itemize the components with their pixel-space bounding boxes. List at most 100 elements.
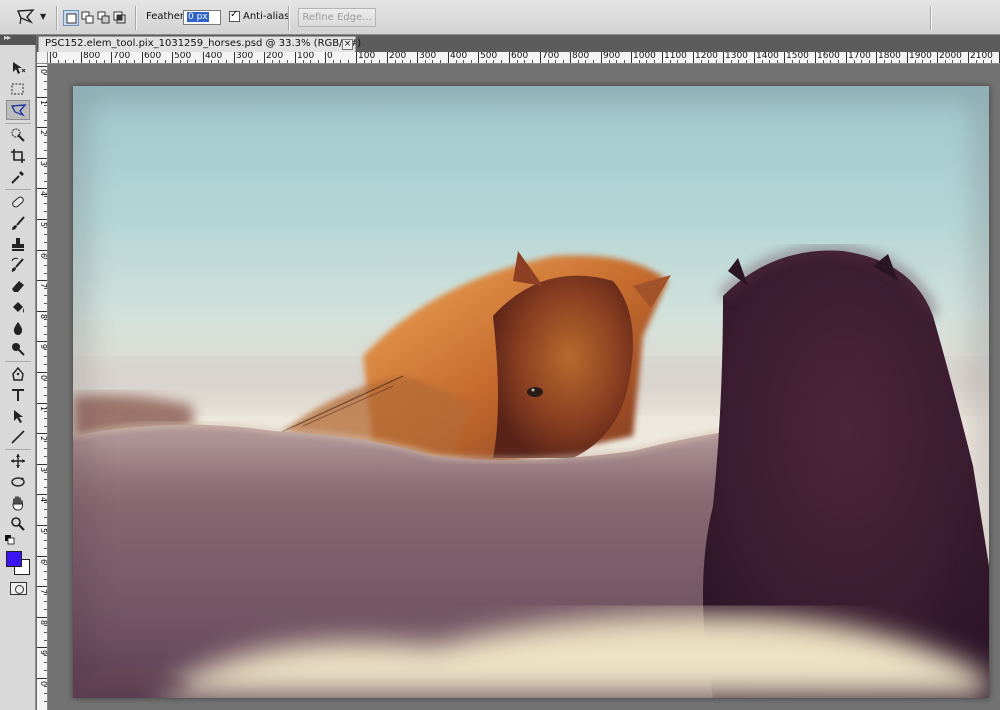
ruler-minor-tick (854, 60, 855, 63)
3d-rotate-tool[interactable] (6, 451, 30, 471)
crop-tool[interactable] (6, 146, 30, 166)
ruler-major-tick (37, 433, 47, 434)
ruler-major-tick (387, 52, 388, 63)
ruler-minor-tick (119, 60, 120, 63)
ruler-minor-tick (44, 479, 47, 480)
feather-value: 0 px (187, 12, 209, 22)
brush-tool[interactable] (6, 213, 30, 233)
ruler-major-tick (540, 52, 541, 63)
ruler-major-tick (693, 52, 694, 63)
type-tool[interactable] (6, 385, 30, 405)
ruler-minor-tick (44, 89, 47, 90)
pen-tool[interactable] (6, 364, 30, 384)
ruler-label: 300 (236, 52, 254, 61)
ruler-minor-tick (157, 60, 158, 63)
brush-tool-icon (12, 216, 25, 230)
tool-preset-picker[interactable]: ▼ (6, 6, 52, 29)
marquee-tool[interactable] (6, 79, 30, 99)
chevron-down-icon: ▼ (40, 12, 47, 21)
eraser-tool[interactable] (6, 276, 30, 296)
history-brush-icon (11, 257, 24, 272)
ruler-origin[interactable] (37, 52, 48, 64)
line-tool[interactable] (6, 427, 30, 447)
type-tool-icon (12, 389, 24, 401)
eraser-tool-icon (12, 281, 24, 292)
path-selection-tool[interactable] (6, 406, 30, 426)
ruler-major-tick (142, 52, 143, 63)
ruler-minor-tick (501, 60, 502, 63)
add-to-selection-button[interactable] (80, 10, 96, 26)
horizontal-ruler[interactable]: 0 800 700 600 500 400 300 200 100 0 100 200 300 400 50… (48, 52, 1000, 64)
zoom-tool-icon (11, 517, 25, 531)
ruler-minor-tick (44, 326, 47, 327)
ruler-label: 0 (327, 52, 333, 61)
ruler-minor-tick (585, 60, 586, 63)
3d-orbit-tool[interactable] (6, 472, 30, 492)
polygonal-lasso-tool[interactable] (6, 100, 30, 120)
ruler-minor-tick (44, 242, 47, 243)
ruler-minor-tick (73, 60, 74, 63)
ruler-major-tick (631, 52, 632, 63)
ruler-minor-tick (310, 60, 311, 63)
vertical-ruler[interactable]: 012345678901234567890 (37, 64, 48, 710)
ruler-minor-tick (44, 601, 47, 602)
eyedropper-tool-icon (11, 171, 24, 184)
ruler-major-tick (570, 52, 571, 63)
ruler-minor-tick (425, 60, 426, 63)
ruler-minor-tick (44, 441, 47, 442)
spot-healing-brush[interactable] (6, 192, 30, 212)
close-document-button[interactable]: × (342, 39, 353, 50)
quick-mask-button[interactable] (10, 582, 27, 595)
clone-stamp-tool[interactable] (6, 234, 30, 254)
new-selection-button[interactable] (63, 10, 79, 26)
ruler-minor-tick (379, 60, 380, 63)
default-colors-icon[interactable] (5, 535, 15, 545)
ruler-major-tick (234, 52, 235, 63)
subtract-from-selection-button[interactable] (96, 10, 112, 26)
ruler-minor-tick (44, 571, 47, 572)
paint-bucket-tool[interactable] (6, 297, 30, 317)
ruler-minor-tick (44, 502, 47, 503)
ruler-major-tick (723, 52, 724, 63)
spot-healing-brush-icon (12, 196, 24, 208)
ruler-minor-tick (654, 60, 655, 63)
ruler-minor-tick (891, 60, 892, 63)
horses-photo[interactable] (73, 86, 989, 698)
ruler-major-tick (37, 556, 47, 557)
dodge-tool[interactable] (6, 339, 30, 359)
ruler-major-tick (37, 188, 47, 189)
history-brush-tool[interactable] (6, 255, 30, 275)
ruler-minor-tick (685, 60, 686, 63)
hand-tool-icon (12, 496, 24, 511)
canvas-area[interactable] (48, 64, 1000, 710)
quick-selection-tool[interactable] (6, 125, 30, 145)
ruler-label: 1500 (786, 52, 809, 61)
foreground-color-swatch[interactable] (6, 551, 22, 567)
ruler-minor-tick (364, 60, 365, 63)
blur-tool[interactable] (6, 318, 30, 338)
ruler-major-tick (37, 219, 47, 220)
zoom-tool[interactable] (6, 514, 30, 534)
intersect-selection-button[interactable] (112, 10, 128, 26)
ruler-minor-tick (44, 303, 47, 304)
add-to-selection-icon (81, 11, 94, 24)
ruler-minor-tick (983, 60, 984, 63)
ruler-label: 1200 (695, 52, 718, 61)
ruler-major-tick (37, 280, 47, 281)
refine-edge-button[interactable]: Refine Edge... (298, 8, 376, 27)
ruler-minor-tick (593, 60, 594, 63)
ruler-minor-tick (884, 60, 885, 63)
document-canvas[interactable] (73, 86, 989, 698)
anti-alias-label: Anti-alias (243, 11, 290, 22)
hand-tool[interactable] (6, 493, 30, 513)
ruler-minor-tick (677, 60, 678, 63)
anti-alias-checkbox[interactable] (229, 9, 240, 22)
tools-panel-header[interactable]: ▸▸ (0, 33, 36, 45)
eyedropper-tool[interactable] (6, 167, 30, 187)
ruler-label: 1900 (909, 52, 932, 61)
document-tab[interactable]: PSC152.elem_tool.pix_1031259_horses.psd … (38, 36, 361, 52)
ruler-minor-tick (609, 60, 610, 63)
feather-input[interactable]: 0 px (183, 10, 221, 25)
subtract-from-selection-icon (97, 11, 110, 24)
move-tool[interactable] (6, 58, 30, 78)
